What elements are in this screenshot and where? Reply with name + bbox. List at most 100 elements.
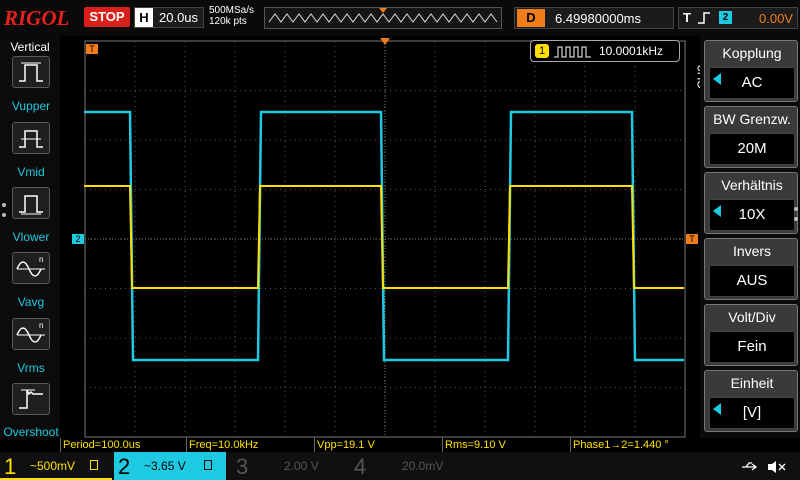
measurement-rms[interactable]: Rms=9.10 V (442, 438, 570, 452)
trigger-time-marker-icon (380, 38, 390, 45)
invert-title: Invers (732, 243, 772, 259)
coupling-button[interactable]: Kopplung AC (704, 40, 798, 102)
invert-button[interactable]: Invers AUS (704, 238, 798, 300)
vrms-label: Vrms (17, 361, 45, 375)
channel-4-status[interactable]: 4 20.0mV (350, 452, 462, 480)
vavg-icon: n (16, 255, 45, 277)
trigger-value: 0.00V (759, 11, 793, 26)
channel-3-number: 3 (236, 454, 249, 479)
vmid-label: Vmid (17, 165, 45, 179)
rising-edge-icon (698, 12, 710, 24)
probe-ratio-value: 10X (709, 199, 795, 231)
horizontal-timebase[interactable]: H 20.0us (134, 7, 204, 28)
memory-depth: 120k pts (209, 16, 247, 27)
probe-ratio-button[interactable]: Verhältnis 10X (704, 172, 798, 234)
scroll-dot-left-2 (2, 213, 6, 217)
unit-button[interactable]: Einheit [V] (704, 370, 798, 432)
unit-value: [V] (709, 397, 795, 429)
probe-ratio-arrow-icon (713, 205, 721, 217)
measurement-bar: Period=100.0us Freq=10.0kHz Vpp=19.1 V R… (60, 438, 686, 452)
invert-value: AUS (709, 265, 795, 297)
channel-2-status[interactable]: 2 ~3.65 V (114, 452, 226, 480)
overshoot-label: Overshoot (3, 425, 59, 439)
waveform-grid (84, 40, 686, 438)
horizontal-value: 20.0us (159, 10, 199, 25)
ch2-offset-marker[interactable]: 2 (72, 234, 84, 244)
vrms-button[interactable]: n (12, 318, 50, 350)
vlower-label: Vlower (12, 230, 50, 244)
usb-icon (740, 460, 790, 477)
rigol-logo: RIGOL (4, 6, 70, 30)
channel-settings-panel: Kopplung AC BW Grenzw. 20M Verhältnis 10… (700, 36, 800, 438)
counter-value: 10.0001kHz (599, 44, 664, 58)
measurement-frequency[interactable]: Freq=10.0kHz (186, 438, 314, 452)
trigger-source: 2 (719, 11, 732, 24)
memory-overview-bar[interactable] (264, 7, 502, 29)
measurement-period[interactable]: Period=100.0us (60, 438, 186, 452)
trigger-position-marker: T (86, 44, 98, 54)
channel-3-status[interactable]: 3 2.00 V (232, 452, 344, 480)
channel-4-scale: 20.0mV (402, 459, 444, 473)
vavg-button[interactable]: n (12, 252, 50, 284)
scroll-dot-right-2 (794, 217, 798, 221)
channel-2-trace (84, 110, 684, 362)
bandwidth-limit-button[interactable]: BW Grenzw. 20M (704, 106, 798, 168)
trigger-display[interactable]: T 2 0.00V (678, 7, 798, 29)
measurement-vpp[interactable]: Vpp=19.1 V (314, 438, 442, 452)
vlower-button[interactable] (12, 187, 50, 219)
top-status-bar: RIGOL STOP H 20.0us 500MSa/s 120k pts D … (0, 0, 800, 36)
volt-div-title: Volt/Div (728, 309, 776, 325)
sample-rate-info: 500MSa/s 120k pts (209, 5, 254, 27)
volt-div-value: Fein (709, 331, 795, 363)
trigger-level-marker[interactable]: T (686, 234, 698, 244)
vertical-measure-panel: Vertical Vupper Vmid Vlower n Vavg n Vrm… (0, 36, 60, 439)
channel-1-bw-icon (90, 460, 98, 470)
channel-3-scale: 2.00 V (284, 459, 319, 473)
horizontal-label: H (135, 8, 153, 27)
bandwidth-title: BW Grenzw. (713, 111, 791, 127)
vupper-label: Vupper (11, 99, 51, 113)
waveform-display[interactable] (84, 40, 686, 438)
vavg-label: Vavg (17, 295, 45, 309)
svg-text:n: n (39, 321, 43, 330)
coupling-title: Kopplung (722, 45, 782, 61)
vmid-icon (19, 130, 43, 148)
vlower-icon (19, 195, 43, 215)
square-wave-icon (554, 46, 591, 58)
channel-4-number: 4 (354, 454, 367, 479)
channel-1-status[interactable]: 1 ~500mV (0, 452, 112, 480)
frequency-counter: 1 10.0001kHz (530, 40, 680, 62)
vupper-button[interactable] (12, 56, 50, 88)
unit-arrow-icon (713, 403, 721, 415)
volt-div-button[interactable]: Volt/Div Fein (704, 304, 798, 366)
channel-1-scale: ~500mV (30, 459, 76, 473)
delay-display[interactable]: D 6.49980000ms (514, 7, 674, 29)
scroll-dot-right (794, 207, 798, 211)
channel-2-scale: ~3.65 V (144, 459, 186, 473)
channel-status-bar: 1 ~500mV 2 ~3.65 V 3 2.00 V 4 20.0mV (0, 452, 800, 480)
measurement-phase[interactable]: Phase1→2=1.440 ° (570, 438, 686, 452)
overshoot-icon (19, 389, 43, 409)
overshoot-button[interactable] (12, 383, 50, 415)
panel-title: Vertical (10, 40, 50, 54)
memory-overview-wave-icon (268, 8, 498, 23)
oscilloscope-screen: RIGOL STOP H 20.0us 500MSa/s 120k pts D … (0, 0, 800, 480)
unit-title: Einheit (730, 375, 774, 391)
trigger-label: T (683, 10, 691, 25)
run-stop-indicator[interactable]: STOP (84, 7, 130, 27)
scroll-dot-left (2, 203, 6, 207)
probe-ratio-title: Verhältnis (721, 177, 783, 193)
coupling-arrow-icon (713, 73, 721, 85)
delay-label: D (517, 9, 545, 27)
svg-text:n: n (39, 255, 43, 264)
channel-1-number: 1 (4, 454, 17, 479)
coupling-value: AC (709, 67, 795, 99)
vmid-button[interactable] (12, 122, 50, 154)
bandwidth-value: 20M (709, 133, 795, 165)
channel-2-bw-icon (204, 460, 212, 470)
vrms-icon: n (16, 321, 45, 343)
counter-channel-badge: 1 (535, 44, 549, 58)
vupper-icon (19, 62, 43, 82)
sample-rate: 500MSa/s (209, 5, 255, 16)
delay-value: 6.49980000ms (555, 11, 642, 26)
